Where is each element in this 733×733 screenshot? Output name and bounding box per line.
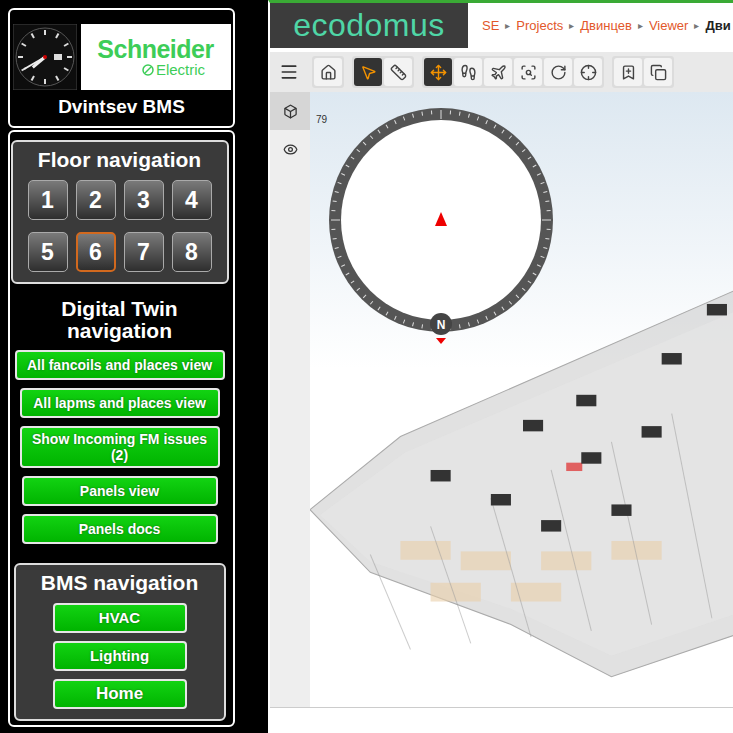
select-button[interactable] <box>354 58 382 86</box>
menu-icon <box>279 62 299 82</box>
header: ecodomus SE ▸ Projects ▸ Двинцев ▸ Viewer ▸ Дви <box>270 3 733 48</box>
tool-group <box>352 56 414 88</box>
floor-button[interactable]: 5 <box>28 232 68 272</box>
floor-button[interactable]: 8 <box>172 232 212 272</box>
digital-twin-button[interactable]: All fancoils and places view <box>15 350 225 380</box>
menu-button[interactable] <box>274 57 304 87</box>
bms-button[interactable]: Home <box>53 679 187 709</box>
breadcrumb-item[interactable]: Viewer <box>649 18 689 33</box>
select-icon <box>360 64 377 81</box>
bms-buttons: HVAC Lighting Home <box>53 603 187 709</box>
frame-counter: 79 <box>316 114 327 125</box>
section-icon <box>620 64 637 81</box>
schneider-logo: SchneiderElectric <box>81 24 231 90</box>
digital-twin-button[interactable]: Panels view <box>22 476 218 506</box>
fly-button[interactable] <box>484 58 512 86</box>
viewer-app: ecodomus SE ▸ Projects ▸ Двинцев ▸ Viewer ▸ Дви 79… <box>268 0 733 733</box>
bms-navigation-title: BMS navigation <box>41 569 199 603</box>
floor-navigation: Floor navigation1234 5678 <box>11 140 229 284</box>
breadcrumb-item[interactable]: SE <box>482 18 499 33</box>
measure-icon <box>390 64 407 81</box>
brand-row: SchneiderElectric <box>13 24 231 90</box>
digital-twin-button[interactable]: Panels docs <box>22 514 218 544</box>
north-arrow-icon <box>435 212 447 226</box>
compass[interactable]: N <box>323 102 559 350</box>
walk-icon <box>460 64 477 81</box>
compass-label: N <box>437 318 446 332</box>
breadcrumb-separator: ▸ <box>694 18 699 34</box>
floor-button[interactable]: 6 <box>76 232 116 272</box>
measure-button[interactable] <box>384 58 412 86</box>
breadcrumb-item[interactable]: Двинцев <box>580 18 632 33</box>
breadcrumb-item[interactable]: Projects <box>516 18 563 33</box>
visibility-tab[interactable] <box>270 130 310 168</box>
digital-twin-button[interactable]: Show Incoming FM issues (2) <box>20 426 220 468</box>
floor-navigation-title: Floor navigation <box>38 146 201 180</box>
floor-button[interactable]: 4 <box>172 180 212 220</box>
breadcrumb-separator: ▸ <box>638 18 643 34</box>
zoom-window-button[interactable] <box>514 58 542 86</box>
side-strip <box>270 92 310 707</box>
logo-mark-icon <box>142 64 154 76</box>
ecodomus-logo[interactable]: ecodomus <box>270 3 468 48</box>
focus-icon <box>580 64 597 81</box>
sidebar: SchneiderElectric Dvintsev BMS Floor navig… <box>0 0 268 733</box>
clock-icon <box>13 24 77 90</box>
home-icon <box>320 64 337 81</box>
copy-button[interactable] <box>644 58 672 86</box>
tool-group <box>312 56 344 88</box>
pan-icon <box>430 64 447 81</box>
model-viewer[interactable]: 79 N <box>310 92 733 707</box>
brand-card: SchneiderElectric Dvintsev BMS <box>8 8 235 128</box>
tool-group <box>612 56 674 88</box>
app: SchneiderElectric Dvintsev BMS Floor navig… <box>0 0 733 733</box>
breadcrumb-item[interactable]: Дви <box>705 18 730 33</box>
bms-button[interactable]: Lighting <box>53 641 187 671</box>
floor-button[interactable]: 7 <box>124 232 164 272</box>
breadcrumb-separator: ▸ <box>505 18 510 34</box>
breadcrumb: SE ▸ Projects ▸ Двинцев ▸ Viewer ▸ Дви <box>468 3 731 48</box>
fly-icon <box>490 64 507 81</box>
floor-grid: 1234 5678 <box>28 180 212 272</box>
focus-button[interactable] <box>574 58 602 86</box>
walk-button[interactable] <box>454 58 482 86</box>
floor-button[interactable]: 3 <box>124 180 164 220</box>
visibility-icon <box>283 142 298 157</box>
breadcrumb-separator: ▸ <box>569 18 574 34</box>
logo-sub: Electric <box>142 62 205 77</box>
model-tab[interactable] <box>270 92 310 130</box>
footer <box>270 707 733 733</box>
nav-card: Floor navigation1234 5678 Digital Twin nav… <box>8 130 235 727</box>
bms-navigation: BMS navigationHVAC Lighting Home <box>14 563 226 721</box>
floor-button[interactable]: 1 <box>28 180 68 220</box>
toolbar <box>270 52 733 92</box>
logo-brand: Schneider <box>97 37 213 62</box>
viewer-body: 79 N <box>270 92 733 707</box>
section-button[interactable] <box>614 58 642 86</box>
model-icon <box>283 104 298 119</box>
home-button[interactable] <box>314 58 342 86</box>
tool-group <box>422 56 604 88</box>
orbit-icon <box>550 64 567 81</box>
orbit-button[interactable] <box>544 58 572 86</box>
digital-twin-title: Digital Twin navigation <box>20 298 220 342</box>
zoom-window-icon <box>520 64 537 81</box>
digital-twin-buttons: All fancoils and places view All lapms an… <box>15 350 225 544</box>
pan-button[interactable] <box>424 58 452 86</box>
floor-button[interactable]: 2 <box>76 180 116 220</box>
digital-twin-button[interactable]: All lapms and places view <box>20 388 220 418</box>
copy-icon <box>650 64 667 81</box>
brand-title: Dvintsev BMS <box>58 94 185 120</box>
bms-button[interactable]: HVAC <box>53 603 187 633</box>
